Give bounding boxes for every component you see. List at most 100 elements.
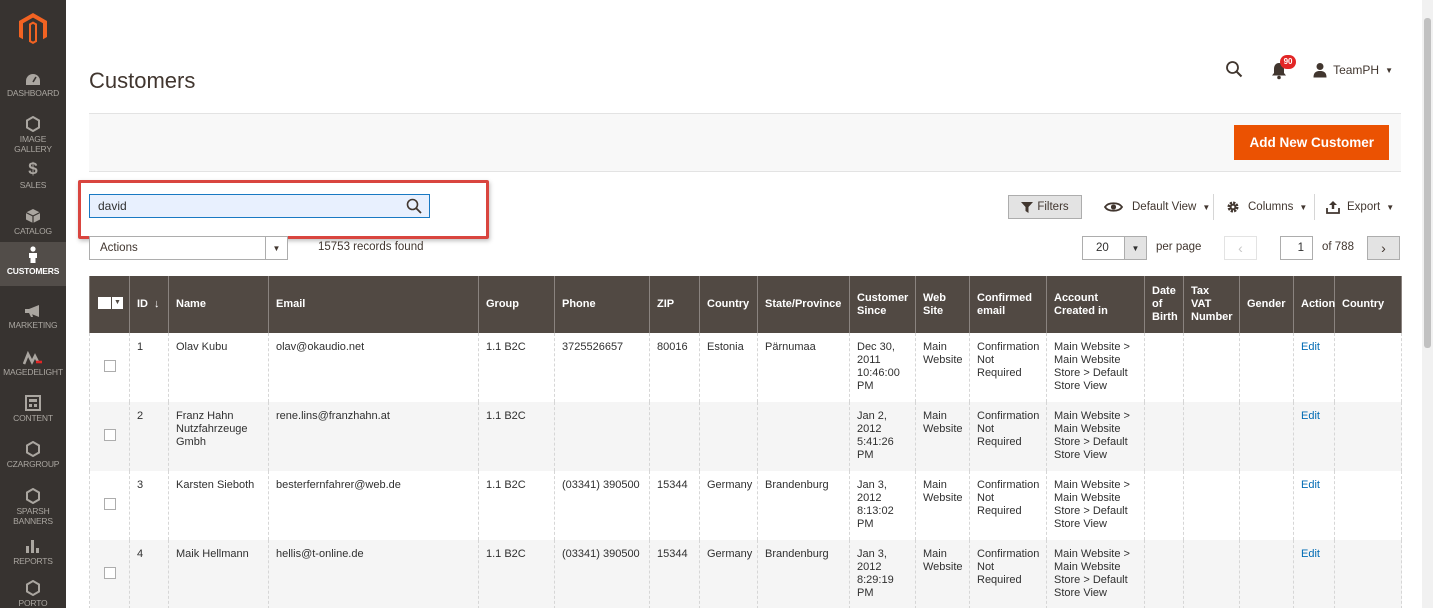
column-header-web-site[interactable]: Web Site [915, 276, 970, 333]
row-checkbox[interactable] [103, 497, 116, 510]
cell-account-created-in: Main Website > Main Website Store > Defa… [1046, 402, 1145, 471]
grid-header-row: ▼ ID ↓ Name Email Group Phone ZIP Country… [89, 276, 1402, 333]
cell-web-site: Main Website [915, 471, 970, 540]
column-header-account-created-in[interactable]: Account Created in [1046, 276, 1145, 333]
keyword-search-input[interactable] [90, 195, 399, 217]
cell-account-created-in: Main Website > Main Website Store > Defa… [1046, 333, 1145, 402]
table-row: 1 Olav Kubu olav@okaudio.net 1.1 B2C 372… [89, 333, 1402, 402]
column-header-country[interactable]: Country [699, 276, 758, 333]
sidebar-item-reports[interactable]: REPORTS [0, 532, 66, 578]
cell-customer-since: Jan 2, 2012 5:41:26 PM [849, 402, 916, 471]
cell-name: Franz Hahn Nutzfahrzeuge Gmbh [168, 402, 269, 471]
row-checkbox-cell [89, 402, 130, 471]
sidebar-item-image-gallery[interactable]: IMAGE GALLERY [0, 110, 66, 156]
user-icon [1313, 63, 1327, 78]
column-header-id[interactable]: ID ↓ [129, 276, 169, 333]
cell-date-of-birth [1144, 471, 1184, 540]
mass-actions-select[interactable]: Actions ▼ [89, 236, 288, 260]
scrollbar-thumb[interactable] [1424, 18, 1431, 348]
column-header-confirmed-email[interactable]: Confirmed email [969, 276, 1047, 333]
cell-account-created-in: Main Website > Main Website Store > Defa… [1046, 540, 1145, 608]
row-checkbox[interactable] [103, 428, 116, 441]
cell-tax-vat [1183, 471, 1240, 540]
cell-country-2 [1334, 540, 1402, 608]
sidebar-item-sales[interactable]: $ SALES [0, 156, 66, 202]
cell-group: 1.1 B2C [478, 471, 555, 540]
column-header-state[interactable]: State/Province [757, 276, 850, 333]
previous-page-button[interactable]: ‹ [1224, 236, 1257, 260]
edit-link[interactable]: Edit [1301, 341, 1320, 353]
columns-dropdown[interactable]: Columns ▼ [1226, 195, 1307, 219]
column-header-group[interactable]: Group [478, 276, 555, 333]
current-page-input[interactable]: 1 [1280, 236, 1313, 260]
hexagon-icon [26, 580, 40, 596]
view-selector-dropdown[interactable]: Default View ▼ [1104, 195, 1210, 219]
cell-confirmed-email: Confirmation Not Required [969, 540, 1047, 608]
search-icon[interactable] [399, 195, 429, 217]
notifications-bell-icon[interactable]: 90 [1271, 55, 1297, 80]
sidebar-item-magedelight[interactable]: MAGEDELIGHT [0, 343, 66, 389]
chevron-down-icon: ▼ [1385, 65, 1393, 75]
admin-user-menu[interactable]: TeamPH ▼ [1313, 62, 1393, 78]
magedelight-icon [23, 351, 42, 365]
edit-link[interactable]: Edit [1301, 479, 1320, 491]
cell-group: 1.1 B2C [478, 333, 555, 402]
table-row: 4 Maik Hellmann hellis@t-online.de 1.1 B… [89, 540, 1402, 608]
cell-action: Edit [1293, 402, 1335, 471]
cell-phone [554, 402, 650, 471]
mass-select-header[interactable]: ▼ [89, 276, 130, 333]
sidebar-item-label: CONTENT [13, 413, 53, 423]
export-dropdown[interactable]: Export ▼ [1326, 195, 1394, 219]
chevron-down-icon[interactable]: ▼ [1124, 237, 1146, 259]
sidebar-item-sparsh-banners[interactable]: SPARSH BANNERS [0, 482, 66, 532]
sort-arrow-icon: ↓ [154, 298, 160, 310]
column-header-phone[interactable]: Phone [554, 276, 650, 333]
cell-customer-since: Jan 3, 2012 8:13:02 PM [849, 471, 916, 540]
sidebar-item-content[interactable]: CONTENT [0, 389, 66, 435]
column-header-name[interactable]: Name [168, 276, 269, 333]
column-header-email[interactable]: Email [268, 276, 479, 333]
chevron-down-icon[interactable]: ▼ [265, 237, 287, 259]
sidebar-item-label: CUSTOMERS [6, 266, 60, 276]
gear-icon [1227, 201, 1239, 213]
mass-select-checkbox[interactable]: ▼ [98, 296, 123, 309]
sidebar-item-customers[interactable]: CUSTOMERS [0, 242, 66, 286]
filters-label: Filters [1037, 201, 1069, 213]
edit-link[interactable]: Edit [1301, 548, 1320, 560]
row-checkbox[interactable] [103, 359, 116, 372]
add-new-customer-button[interactable]: Add New Customer [1234, 125, 1389, 160]
column-header-country-2[interactable]: Country [1334, 276, 1402, 333]
row-checkbox[interactable] [103, 566, 116, 579]
cell-account-created-in: Main Website > Main Website Store > Defa… [1046, 471, 1145, 540]
magento-logo[interactable] [0, 0, 66, 58]
person-icon [29, 246, 37, 263]
mass-actions-label: Actions [100, 242, 138, 254]
global-search-icon[interactable] [1225, 60, 1245, 80]
column-header-zip[interactable]: ZIP [649, 276, 700, 333]
cell-state: Pärnumaa [757, 333, 850, 402]
column-header-gender[interactable]: Gender [1239, 276, 1294, 333]
sidebar-item-marketing[interactable]: MARKETING [0, 296, 66, 342]
page-actions-bar: Add New Customer [89, 113, 1401, 172]
column-header-tax-vat[interactable]: Tax VAT Number [1183, 276, 1240, 333]
edit-link[interactable]: Edit [1301, 410, 1320, 422]
per-page-select[interactable]: 20 ▼ [1082, 236, 1147, 260]
sidebar-item-porto[interactable]: PORTO [0, 578, 66, 608]
sidebar-item-dashboard[interactable]: DASHBOARD [0, 64, 66, 110]
cell-zip: 15344 [649, 540, 700, 608]
cell-country: Estonia [699, 333, 758, 402]
toolbar-divider [1314, 194, 1315, 220]
sidebar-item-label: SPARSH BANNERS [13, 506, 53, 526]
cell-customer-since: Dec 30, 2011 10:46:00 PM [849, 333, 916, 402]
next-page-button[interactable]: › [1367, 236, 1400, 260]
column-header-date-of-birth[interactable]: Date of Birth [1144, 276, 1184, 333]
export-label: Export [1347, 201, 1381, 213]
filters-button[interactable]: Filters [1008, 195, 1082, 219]
column-header-customer-since[interactable]: Customer Since [849, 276, 916, 333]
sidebar-item-czargroup[interactable]: CZARGROUP [0, 435, 66, 481]
page-scrollbar[interactable] [1422, 0, 1433, 608]
cell-zip [649, 402, 700, 471]
table-row: 3 Karsten Sieboth besterfernfahrer@web.d… [89, 471, 1402, 540]
eye-icon [1104, 202, 1123, 212]
cell-web-site: Main Website [915, 540, 970, 608]
